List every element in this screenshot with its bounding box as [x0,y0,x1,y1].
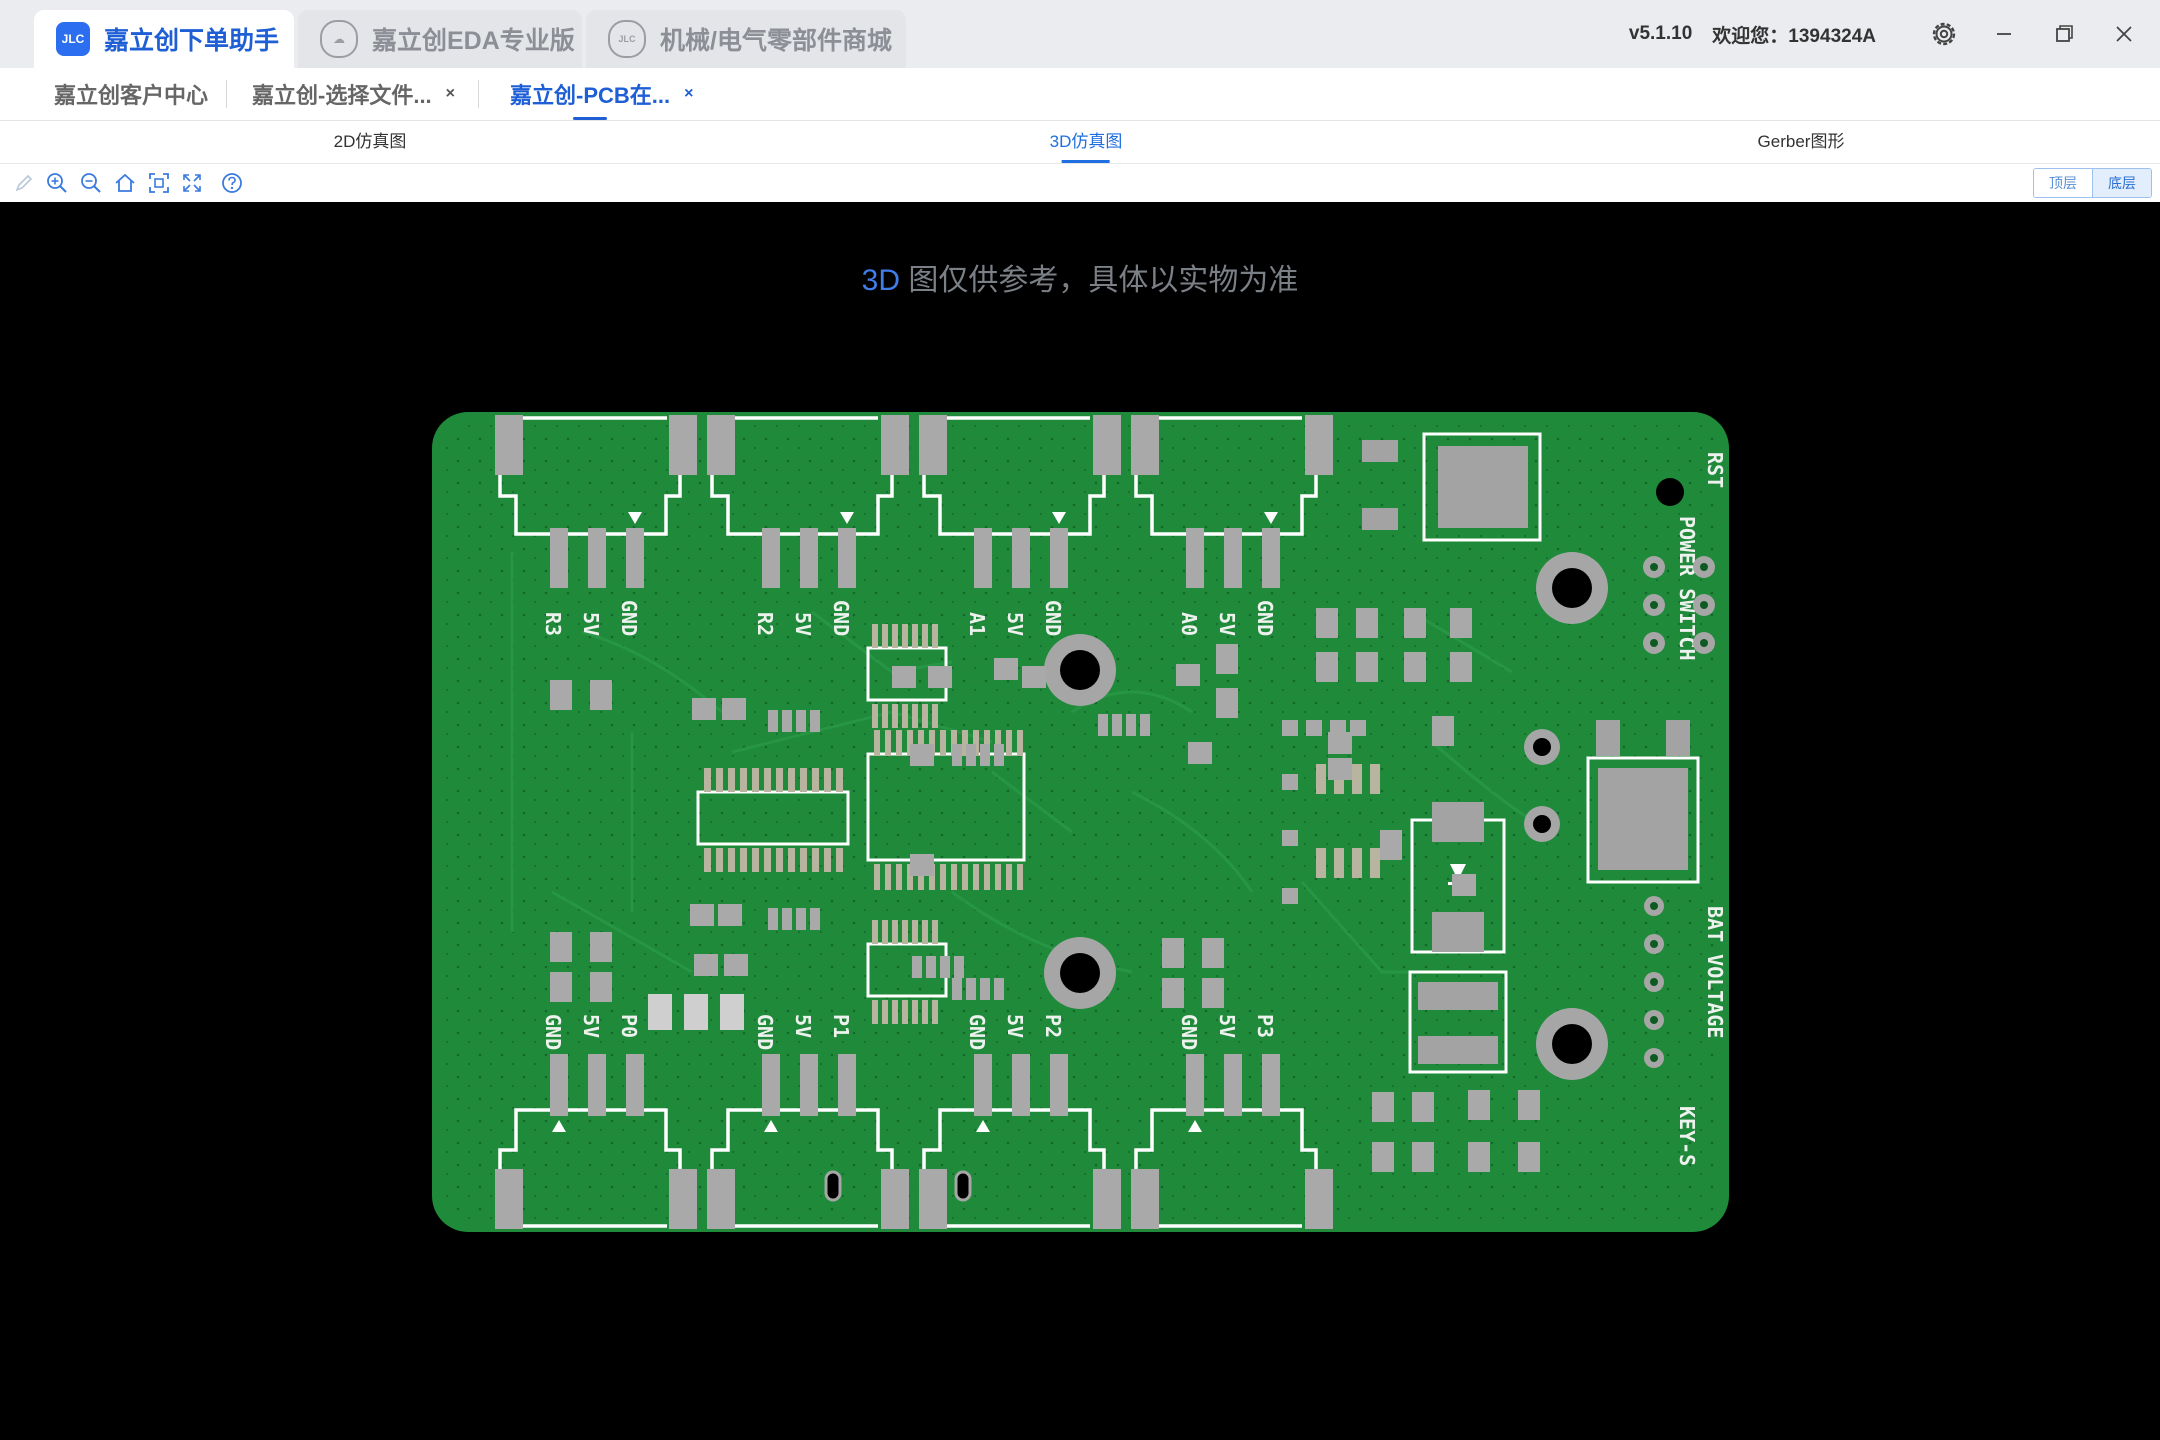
view-tab-label: 2D仿真图 [333,132,407,151]
silk-label: RST [1703,452,1727,488]
notice-3d-label: 3D [861,264,900,297]
silk-label: P3 [1253,1014,1277,1038]
doc-tab-label: 嘉立创-PCB在... [510,83,671,108]
silk-label: R3 [541,612,565,636]
close-tab-icon[interactable]: × [684,85,693,103]
tab-gerber-view[interactable]: Gerber图形 [1758,121,1845,163]
minimize-button[interactable] [1974,0,2034,68]
cloud-icon: ☁ [320,20,358,58]
tab-3d-view[interactable]: 3D仿真图 [1049,121,1123,163]
silk-label: 5V [1003,1014,1027,1038]
silk-label: GND [541,1014,565,1050]
silk-label: GND [965,1014,989,1050]
notice-text: 图仅供参考，具体以实物为准 [900,264,1299,297]
silk-label: BAT VOLTAGE [1703,906,1727,1038]
silk-label: R2 [753,612,777,636]
welcome-user[interactable]: 欢迎您：1394324A [1712,21,1876,48]
app-tab-parts-mall[interactable]: JLC 机械/电气零部件商城 [586,10,906,68]
active-tab-indicator [1061,160,1110,163]
gear-icon [1932,22,1956,46]
help-icon[interactable] [220,171,244,195]
home-icon[interactable] [113,171,137,195]
tab-divider [478,80,479,108]
silk-label: 5V [1215,612,1239,636]
silk-label: GND [617,600,641,636]
app-tab-order-assistant[interactable]: JLC 嘉立创下单助手 [34,10,294,68]
title-bar: JLC 嘉立创下单助手 ☁ 嘉立创EDA专业版 JLC 机械/电气零部件商城 v… [0,0,2160,68]
pencil-icon[interactable] [12,171,36,195]
silk-label: 5V [579,1014,603,1038]
zoom-out-icon[interactable] [79,171,103,195]
view-tab-label: Gerber图形 [1757,132,1845,151]
silk-label: 5V [1003,612,1027,636]
silk-label: KEY-S [1675,1106,1699,1166]
silk-label: GND [1253,600,1277,636]
bottom-layer-button[interactable]: 底层 [2092,169,2151,197]
doc-tab-label: 嘉立创-选择文件... [252,83,432,108]
doc-tab-select-file[interactable]: 嘉立创-选择文件... × [252,68,455,120]
close-tab-icon[interactable]: × [446,85,455,103]
silk-label: GND [753,1014,777,1050]
tab-divider [226,80,227,108]
restore-icon [2056,25,2073,42]
silk-label: GND [829,600,853,636]
silk-label: P0 [617,1014,641,1038]
doc-tab-customer-center[interactable]: 嘉立创客户中心 [54,68,208,120]
tab-2d-view[interactable]: 2D仿真图 [334,121,407,163]
silk-label: A0 [1177,612,1201,636]
doc-tab-pcb-online[interactable]: 嘉立创-PCB在... × [510,68,693,120]
silk-label: GND [1177,1014,1201,1050]
close-icon [2116,26,2132,42]
viewer-toolbar: 顶层 底层 [0,164,2160,202]
zoom-in-icon[interactable] [45,171,69,195]
silk-label: 5V [791,1014,815,1038]
pcb-board-render[interactable]: R3 5V GND R2 5V GND A1 5V GND A0 5V GND … [432,412,1729,1232]
jlc-mall-icon: JLC [608,20,646,58]
app-tab-label: 嘉立创EDA专业版 [372,27,575,55]
doc-tab-label: 嘉立创客户中心 [54,83,209,108]
silk-label: P2 [1041,1014,1065,1038]
minimize-icon [1997,33,2011,35]
silk-label: A1 [965,612,989,636]
close-window-button[interactable] [2094,0,2154,68]
jlc-logo-icon: JLC [56,22,90,56]
top-layer-button[interactable]: 顶层 [2034,169,2092,197]
settings-button[interactable] [1914,0,1974,68]
document-tab-bar: 嘉立创客户中心 嘉立创-选择文件... × 嘉立创-PCB在... × [0,68,2160,121]
silk-label: 5V [579,612,603,636]
app-tab-eda-pro[interactable]: ☁ 嘉立创EDA专业版 [298,10,582,68]
silk-label: P1 [829,1014,853,1038]
fullscreen-icon[interactable] [180,171,204,195]
silk-label: GND [1041,600,1065,636]
version-label: v5.1.10 [1628,23,1693,44]
3d-viewport[interactable]: 3D 图仅供参考，具体以实物为准 R3 5V GND R2 5V GND A1 … [0,203,2160,1440]
silk-label: 5V [1215,1014,1239,1038]
silk-label: 5V [791,612,815,636]
reference-notice: 3D 图仅供参考，具体以实物为准 [0,255,2160,299]
app-tab-label: 机械/电气零部件商城 [660,27,892,55]
layer-switch: 顶层 底层 [2033,168,2152,198]
restore-button[interactable] [2034,0,2094,68]
app-tab-label: 嘉立创下单助手 [104,27,280,55]
active-tab-indicator [573,117,607,120]
fit-icon[interactable] [147,171,171,195]
view-tab-bar: 2D仿真图 3D仿真图 Gerber图形 [0,121,2160,164]
view-tab-label: 3D仿真图 [1049,132,1123,151]
